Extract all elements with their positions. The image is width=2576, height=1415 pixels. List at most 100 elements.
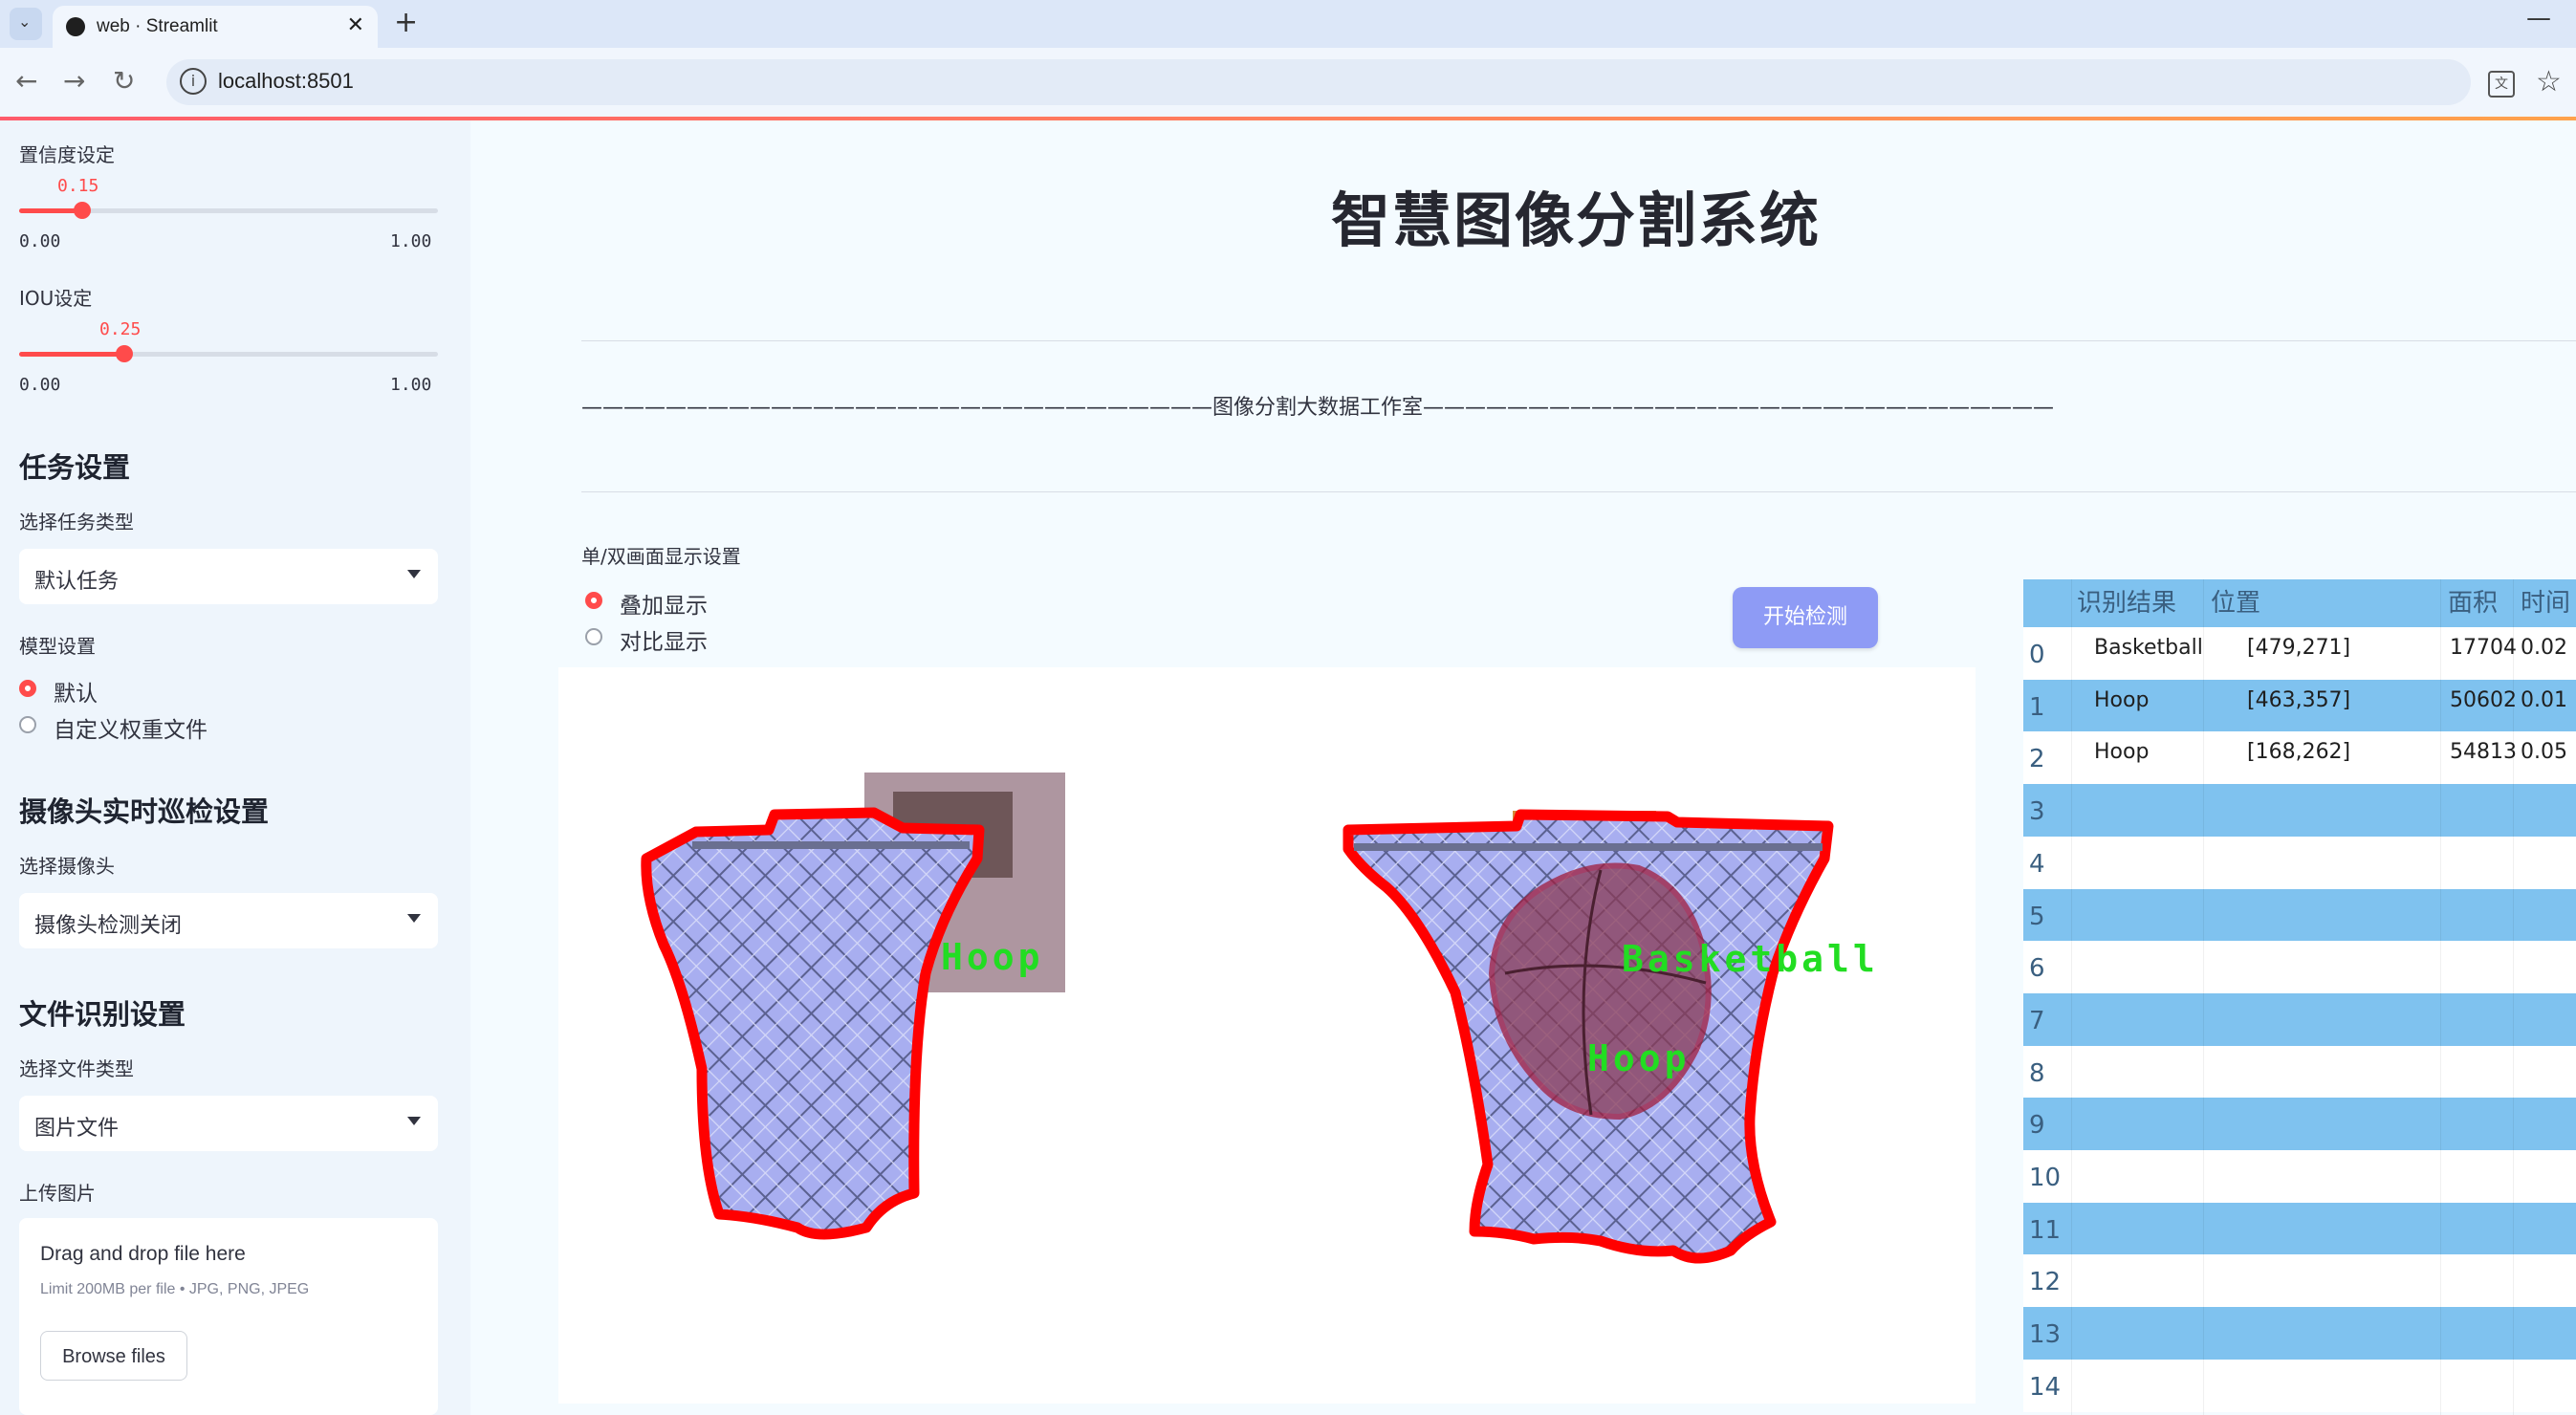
table-row[interactable]: 4: [2023, 836, 2576, 889]
column-header-result[interactable]: 识别结果: [2077, 579, 2177, 627]
table-row[interactable]: 9: [2023, 1098, 2576, 1151]
column-divider: [2513, 579, 2514, 1415]
hoop-label-left: Hoop: [941, 936, 1044, 978]
info-icon[interactable]: i: [180, 68, 207, 95]
radio-checked-icon: [585, 592, 602, 609]
confidence-value: 0.15: [57, 176, 99, 196]
confidence-slider[interactable]: [19, 202, 438, 219]
confidence-min: 0.00: [19, 231, 61, 251]
uploader-limit: Limit 200MB per file • JPG, PNG, JPEG: [40, 1281, 310, 1297]
row-index: 11: [2029, 1215, 2062, 1245]
browser-tabbar: ⌄ web · Streamlit ✕ + —: [0, 0, 2576, 48]
row-index: 10: [2029, 1164, 2062, 1192]
close-icon[interactable]: ✕: [347, 13, 364, 37]
radio-label: 默认: [54, 682, 98, 707]
table-row[interactable]: 0 Basketball [479,271] 17704 0.02: [2023, 627, 2576, 680]
divider: [581, 491, 2576, 492]
row-index: 3: [2029, 797, 2045, 827]
cell-result: Hoop: [2094, 740, 2150, 765]
iou-slider-thumb[interactable]: [115, 345, 133, 362]
cell-position: [463,357]: [2247, 687, 2351, 712]
start-detection-button[interactable]: 开始检测: [1733, 587, 1878, 648]
cell-result: Hoop: [2094, 687, 2150, 712]
forward-icon[interactable]: →: [63, 65, 85, 97]
tab-search-button[interactable]: ⌄: [10, 8, 42, 40]
row-index: 8: [2029, 1058, 2045, 1088]
table-row[interactable]: 8: [2023, 1045, 2576, 1099]
table-row[interactable]: 11: [2023, 1202, 2576, 1255]
row-index: 4: [2029, 849, 2045, 879]
caret-down-icon: [407, 914, 421, 923]
upload-label: 上传图片: [19, 1182, 96, 1205]
uploader-title: Drag and drop file here: [40, 1243, 246, 1265]
task-type-select[interactable]: 默认任务: [19, 549, 438, 604]
table-row[interactable]: 2 Hoop [168,262] 54813 0.05: [2023, 731, 2576, 785]
url-text: localhost:8501: [218, 69, 354, 93]
translate-icon[interactable]: 文: [2488, 71, 2515, 98]
table-row[interactable]: 6: [2023, 941, 2576, 994]
table-row[interactable]: 1 Hoop [463,357] 50602 0.01: [2023, 679, 2576, 732]
hoop-label-right: Hoop: [1587, 1037, 1691, 1079]
confidence-slider-thumb[interactable]: [73, 202, 91, 219]
row-index: 12: [2029, 1268, 2062, 1297]
camera-select[interactable]: 摄像头检测关闭: [19, 893, 438, 948]
radio-label: 叠加显示: [620, 594, 708, 619]
cell-area: 50602: [2450, 687, 2517, 712]
row-index: 6: [2029, 954, 2045, 984]
tab-title: web · Streamlit: [97, 16, 218, 36]
column-divider: [2071, 579, 2072, 1415]
browser-tab[interactable]: web · Streamlit ✕: [53, 6, 378, 48]
radio-unchecked-icon: [585, 628, 602, 645]
star-icon[interactable]: ☆: [2536, 65, 2562, 98]
file-type-select[interactable]: 图片文件: [19, 1096, 438, 1151]
camera-value: 摄像头检测关闭: [34, 914, 183, 938]
basketball-label: Basketball: [1622, 938, 1879, 980]
file-type-label: 选择文件类型: [19, 1057, 134, 1080]
camera-select-label: 选择摄像头: [19, 855, 115, 878]
file-type-value: 图片文件: [34, 1117, 120, 1141]
row-index: 2: [2029, 745, 2045, 774]
address-bar: ← → ↻ i localhost:8501 文 ☆: [0, 48, 2576, 118]
row-index: 7: [2029, 1006, 2045, 1035]
cell-position: [479,271]: [2247, 636, 2351, 660]
row-index: 9: [2029, 1111, 2045, 1141]
column-header-position[interactable]: 位置: [2211, 579, 2261, 627]
row-index: 1: [2029, 692, 2045, 722]
table-row[interactable]: 12: [2023, 1254, 2576, 1308]
browse-files-button[interactable]: Browse files: [40, 1331, 187, 1381]
page-title: 智慧图像分割系统: [1331, 185, 1822, 255]
radio-unchecked-icon: [19, 716, 36, 733]
row-index: 14: [2029, 1372, 2062, 1402]
column-header-area[interactable]: 面积: [2448, 579, 2499, 627]
url-field[interactable]: i localhost:8501: [166, 59, 2471, 105]
caret-down-icon: [407, 570, 421, 578]
cell-time: 0.02: [2521, 636, 2567, 660]
table-row[interactable]: 13: [2023, 1307, 2576, 1361]
streamlit-favicon-icon: [66, 17, 85, 36]
minimize-icon[interactable]: —: [2526, 4, 2551, 33]
table-row[interactable]: 3: [2023, 784, 2576, 838]
file-uploader-dropzone[interactable]: Drag and drop file here Limit 200MB per …: [19, 1218, 438, 1415]
column-divider: [2203, 579, 2204, 1415]
cell-time: 0.05: [2521, 740, 2567, 765]
iou-min: 0.00: [19, 375, 61, 395]
task-type-value: 默认任务: [34, 570, 120, 594]
result-image-canvas: Hoop Basketball Hoop: [641, 773, 1879, 1264]
iou-value: 0.25: [99, 319, 142, 339]
back-icon[interactable]: ←: [15, 65, 37, 97]
cell-result: Basketball: [2094, 636, 2203, 660]
table-row[interactable]: 14: [2023, 1359, 2576, 1412]
iou-max: 1.00: [390, 375, 432, 395]
new-tab-icon[interactable]: +: [394, 6, 418, 39]
table-row[interactable]: 7: [2023, 992, 2576, 1046]
column-header-time[interactable]: 时间: [2521, 579, 2571, 627]
reload-icon[interactable]: ↻: [113, 65, 135, 97]
task-settings-header: 任务设置: [19, 451, 131, 484]
divider: [581, 340, 2576, 341]
radio-checked-icon: [19, 680, 36, 697]
table-row[interactable]: 5: [2023, 888, 2576, 942]
results-table[interactable]: 识别结果 位置 面积 时间 0 Basketball [479,271] 17704 0…: [2023, 579, 2576, 1415]
iou-slider[interactable]: [19, 345, 438, 362]
confidence-slider-fill: [19, 208, 82, 213]
table-row[interactable]: 10: [2023, 1150, 2576, 1203]
